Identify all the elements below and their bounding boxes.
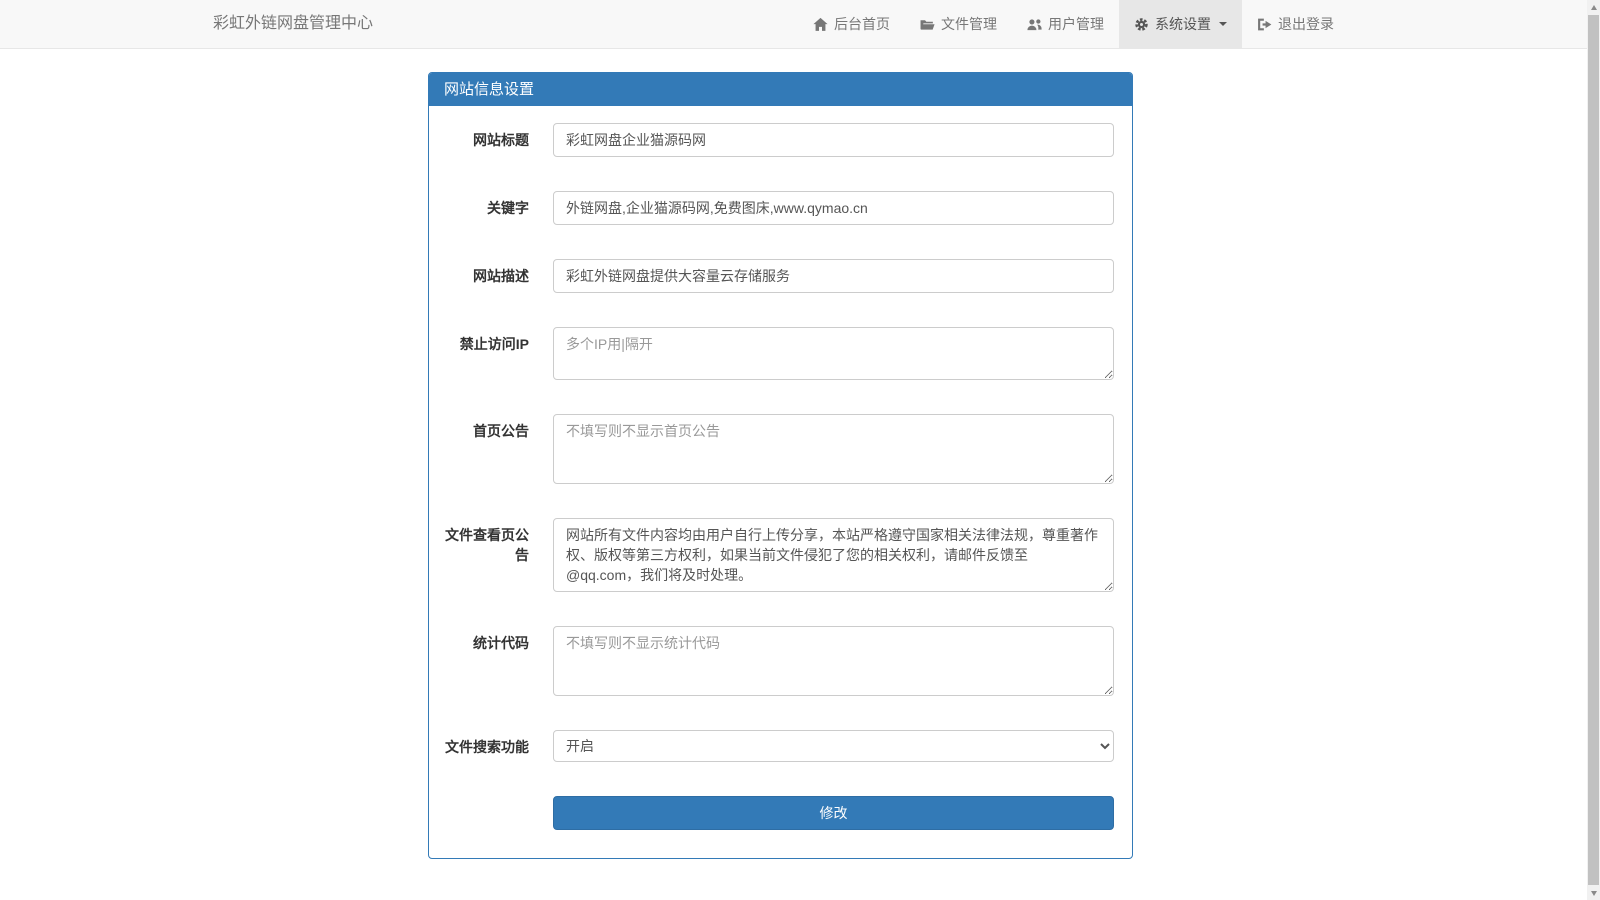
file-search-label: 文件搜索功能 [444,730,529,762]
site-settings-panel: 网站信息设置 网站标题 关键字 网站描述 禁止访问IP 首页公告 文件查看页公告 [428,72,1133,859]
form-row-home-notice: 首页公告 [444,414,1117,484]
nav-item-users[interactable]: 用户管理 [1012,0,1119,48]
navbar-menu: 后台首页 文件管理 用户管理 系统设置 退出登录 [798,0,1349,48]
nav-item-label: 文件管理 [941,14,997,34]
keywords-input[interactable] [553,191,1114,225]
app-title[interactable]: 彩虹外链网盘管理中心 [0,0,373,48]
form-row-submit: 修改 [444,796,1117,830]
home-notice-textarea[interactable] [553,414,1114,484]
panel-body: 网站标题 关键字 网站描述 禁止访问IP 首页公告 文件查看页公告 统计代码 [429,106,1132,858]
form-row-fileview-notice: 文件查看页公告 [444,518,1117,592]
form-row-stats-code: 统计代码 [444,626,1117,696]
description-label: 网站描述 [444,259,529,293]
scroll-up-arrow-icon [1591,5,1597,10]
banned-ip-textarea[interactable] [553,327,1114,380]
save-button[interactable]: 修改 [553,796,1114,830]
scrollbar-thumb[interactable] [1588,15,1599,885]
vertical-scrollbar[interactable] [1587,0,1600,900]
fileview-notice-textarea[interactable] [553,518,1114,592]
form-row-file-search: 文件搜索功能 开启 [444,730,1117,762]
home-icon [813,17,828,32]
nav-item-label: 后台首页 [834,14,890,34]
scroll-down-button[interactable] [1587,886,1600,900]
form-row-description: 网站描述 [444,259,1117,293]
nav-item-logout[interactable]: 退出登录 [1242,0,1349,48]
fileview-notice-label: 文件查看页公告 [444,518,529,592]
nav-item-label: 退出登录 [1278,14,1334,34]
folder-open-icon [920,17,935,32]
stats-code-textarea[interactable] [553,626,1114,696]
home-notice-label: 首页公告 [444,414,529,484]
nav-item-files[interactable]: 文件管理 [905,0,1012,48]
form-row-keywords: 关键字 [444,191,1117,225]
banned-ip-label: 禁止访问IP [444,327,529,380]
keywords-label: 关键字 [444,191,529,225]
description-input[interactable] [553,259,1114,293]
gear-icon [1134,17,1149,32]
stats-code-label: 统计代码 [444,626,529,696]
chevron-down-icon [1219,22,1227,26]
site-title-label: 网站标题 [444,123,529,157]
scroll-down-arrow-icon [1591,891,1597,896]
nav-item-dashboard[interactable]: 后台首页 [798,0,905,48]
nav-item-label: 用户管理 [1048,14,1104,34]
users-icon [1027,17,1042,32]
site-title-input[interactable] [553,123,1114,157]
sign-out-icon [1257,17,1272,32]
scroll-up-button[interactable] [1587,0,1600,14]
nav-item-settings[interactable]: 系统设置 [1119,0,1242,48]
form-row-banned-ip: 禁止访问IP [444,327,1117,380]
file-search-select[interactable]: 开启 [553,730,1114,762]
nav-item-label: 系统设置 [1155,14,1211,34]
top-navbar: 彩虹外链网盘管理中心 后台首页 文件管理 用户管理 系统设置 [0,0,1600,49]
panel-title: 网站信息设置 [429,73,1132,106]
form-row-site-title: 网站标题 [444,123,1117,157]
